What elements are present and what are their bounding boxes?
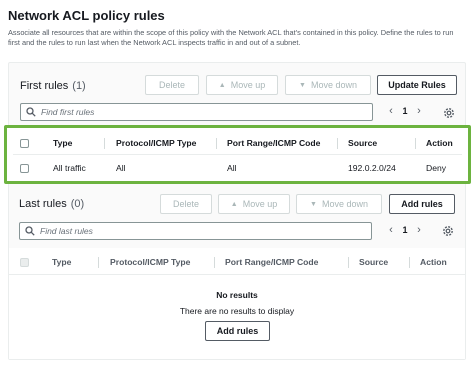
first-rules-table-header: Type Protocol/ICMP Type Port Range/ICMP …	[7, 137, 468, 149]
last-move-up-label: Move up	[242, 199, 278, 209]
column-divider	[409, 257, 410, 268]
update-rules-button[interactable]: Update Rules	[377, 75, 457, 95]
row-type: All traffic	[53, 163, 86, 173]
last-rules-table: Type Protocol/ICMP Type Port Range/ICMP …	[9, 248, 465, 359]
header-divider	[13, 154, 462, 155]
page-description: Associate all resources that are within …	[8, 28, 454, 47]
caret-up-icon: ▲	[218, 81, 226, 89]
search-icon	[26, 107, 36, 117]
row-protocol: All	[116, 163, 126, 173]
first-rules-count: (1)	[72, 80, 86, 92]
first-delete-button[interactable]: Delete	[145, 75, 199, 95]
first-rules-heading: First rules (1)	[20, 80, 86, 92]
chevron-right-icon[interactable]: ›	[412, 105, 426, 117]
col-action: Action	[420, 257, 447, 267]
update-rules-label: Update Rules	[388, 80, 446, 90]
gear-icon[interactable]	[442, 225, 454, 237]
first-move-up-button[interactable]: ▲ Move up	[206, 75, 278, 95]
col-type: Type	[53, 138, 73, 148]
chevron-left-icon[interactable]: ‹	[384, 105, 398, 117]
col-port-range: Port Range/ICMP Code	[227, 138, 321, 148]
column-divider	[337, 138, 338, 149]
first-delete-label: Delete	[158, 80, 185, 90]
col-source: Source	[359, 257, 389, 267]
row-source: 192.0.2.0/24	[348, 163, 396, 173]
col-source: Source	[348, 138, 378, 148]
last-rules-search-input[interactable]	[40, 226, 340, 236]
column-divider	[348, 257, 349, 268]
column-divider	[98, 257, 99, 268]
column-divider	[415, 138, 416, 149]
select-all-checkbox[interactable]	[20, 139, 29, 148]
chevron-left-icon[interactable]: ‹	[384, 224, 398, 236]
last-rules-pagination: ‹ 1 ›	[384, 224, 426, 236]
last-move-down-button[interactable]: ▼ Move down	[296, 194, 382, 214]
col-type: Type	[52, 257, 72, 267]
row-checkbox[interactable]	[20, 164, 29, 173]
row-port-range: All	[227, 163, 237, 173]
column-divider	[216, 138, 217, 149]
add-rules-label: Add rules	[401, 199, 443, 209]
row-action: Deny	[426, 163, 447, 173]
column-divider	[214, 257, 215, 268]
chevron-right-icon[interactable]: ›	[412, 224, 426, 236]
col-action: Action	[426, 138, 453, 148]
col-protocol: Protocol/ICMP Type	[110, 257, 191, 267]
first-rules-pagination: ‹ 1 ›	[384, 105, 426, 117]
first-rules-table: Type Protocol/ICMP Type Port Range/ICMP …	[4, 125, 471, 184]
last-rules-heading: Last rules (0)	[19, 198, 84, 210]
add-rules-button[interactable]: Add rules	[389, 194, 455, 214]
column-divider	[104, 138, 105, 149]
last-move-down-label: Move down	[321, 199, 368, 209]
first-rules-title: First rules	[20, 80, 69, 92]
first-rules-search-input[interactable]	[41, 107, 341, 117]
empty-add-rules-button[interactable]: Add rules	[205, 321, 270, 341]
caret-up-icon: ▲	[230, 200, 238, 208]
empty-text: There are no results to display	[179, 306, 295, 316]
first-move-up-label: Move up	[230, 80, 266, 90]
select-all-checkbox	[20, 258, 29, 267]
last-delete-button[interactable]: Delete	[160, 194, 212, 214]
last-rules-search[interactable]	[19, 222, 372, 240]
policy-rules-header: Network ACL policy rules Associate all r…	[8, 8, 466, 48]
search-icon	[25, 226, 35, 236]
last-rules-table-header: Type Protocol/ICMP Type Port Range/ICMP …	[9, 256, 465, 268]
last-move-up-button[interactable]: ▲ Move up	[218, 194, 290, 214]
last-rules-page-number[interactable]: 1	[398, 225, 412, 235]
table-row[interactable]: All traffic All All 192.0.2.0/24 Deny	[7, 162, 468, 174]
first-rules-page-number[interactable]: 1	[398, 106, 412, 116]
first-move-down-label: Move down	[310, 80, 357, 90]
empty-title: No results	[216, 290, 258, 300]
page-title: Network ACL policy rules	[8, 8, 165, 23]
col-port-range: Port Range/ICMP Code	[225, 257, 319, 267]
col-protocol: Protocol/ICMP Type	[116, 138, 197, 148]
empty-add-rules-label: Add rules	[216, 326, 259, 336]
last-rules-count: (0)	[70, 198, 85, 210]
gear-icon[interactable]	[443, 107, 455, 119]
first-rules-search[interactable]	[20, 103, 373, 121]
header-divider	[9, 274, 465, 275]
last-delete-label: Delete	[172, 199, 199, 209]
caret-down-icon: ▼	[310, 200, 317, 208]
last-rules-title: Last rules	[19, 198, 67, 210]
caret-down-icon: ▼	[299, 81, 306, 89]
first-move-down-button[interactable]: ▼ Move down	[285, 75, 371, 95]
